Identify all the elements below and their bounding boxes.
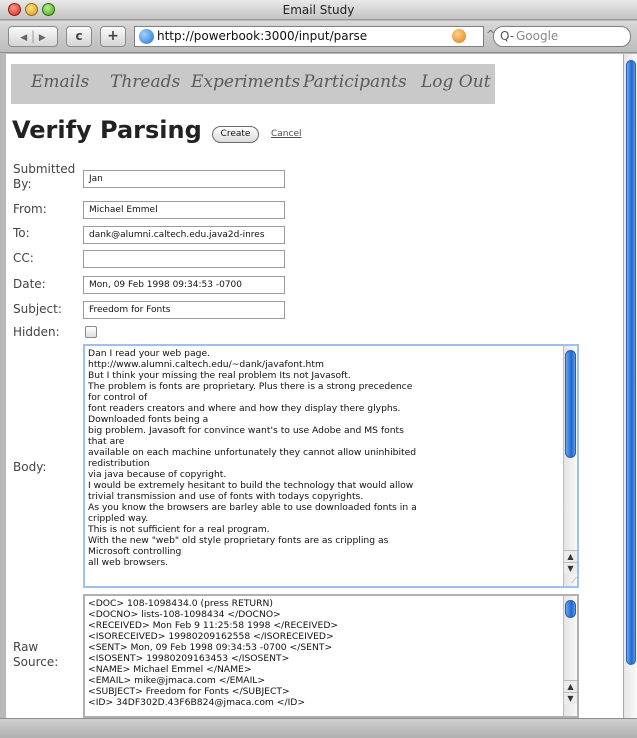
body-line: http://www.alumni.caltech.edu/~dank/java… (88, 359, 324, 370)
raw-source-line: <SUBJECT> Freedom for Fonts </SUBJECT> (88, 686, 290, 697)
body-line: As you know the browsers are barley able… (88, 502, 417, 513)
nav-threads[interactable]: Threads (110, 72, 180, 92)
submitted-by-label: Submitted By: (13, 162, 76, 191)
body-line: I would be extremely hesitant to build t… (88, 480, 414, 491)
subject-label: Subject: (13, 302, 62, 316)
body-scroll-up-icon[interactable]: ▲ (564, 550, 577, 562)
browser-toolbar: ◀ | ▶ c + http://powerbook:3000/input/pa… (0, 21, 637, 53)
body-scrollbar[interactable]: ▲ ▼ (563, 346, 577, 586)
date-field[interactable]: Mon, 09 Feb 1998 09:34:53 -0700 (83, 276, 285, 294)
raw-source-textarea[interactable]: <DOC> 108-1098434.0 (press RETURN) <DOCNO… (83, 594, 579, 718)
body-scroll-down-icon[interactable]: ▼ (564, 562, 577, 574)
window-scroll-thumb[interactable] (626, 60, 636, 665)
page-title: Verify Parsing (12, 116, 202, 144)
body-line: for control of (88, 392, 148, 403)
cc-field[interactable] (83, 250, 285, 268)
raw-source-line: <EMAIL> mike@jmaca.com </EMAIL> (88, 675, 266, 686)
create-button[interactable]: Create (212, 126, 259, 143)
body-line: font readers creators and where and how … (88, 403, 401, 414)
from-value: Michael Emmel (89, 205, 158, 215)
search-icon: Q- (500, 29, 515, 43)
hidden-checkbox[interactable] (85, 326, 97, 338)
body-line: big problem. Javasoft for convince want'… (88, 425, 404, 436)
nav-experiments[interactable]: Experiments (191, 72, 300, 92)
body-line: all web browsers. (88, 557, 169, 568)
address-url: http://powerbook:3000/input/parse (157, 29, 368, 43)
add-bookmark-button[interactable]: + (100, 26, 126, 47)
body-line: trivial transmission and use of fonts wi… (88, 491, 364, 502)
body-line: that are (88, 436, 125, 447)
to-field[interactable]: dank@alumni.caltech.edu.java2d-inres (83, 226, 285, 244)
body-line: Downloaded fonts being a (88, 414, 209, 425)
body-line: crippled way. (88, 513, 149, 524)
cc-label: CC: (13, 251, 34, 265)
cancel-link[interactable]: Cancel (271, 129, 302, 139)
raw-source-line: <DOCNO> lists-108-1098434 </DOCNO> (88, 609, 281, 620)
status-bar (0, 718, 637, 738)
raw-source-line: <NAME> Michael Emmel </NAME> (88, 664, 252, 675)
body-line: Microsoft controlling (88, 546, 182, 557)
to-label: To: (13, 226, 30, 240)
body-scroll-thumb[interactable] (565, 350, 576, 458)
from-label: From: (13, 202, 47, 216)
body-label: Body: (13, 460, 47, 474)
search-input[interactable]: Q- Google (493, 26, 631, 47)
address-bar[interactable]: http://powerbook:3000/input/parse (134, 26, 484, 47)
window-titlebar: Email Study (0, 0, 637, 20)
nav-emails[interactable]: Emails (31, 72, 89, 92)
raw-source-scroll-up-icon[interactable]: ▲ (564, 680, 577, 692)
subject-field[interactable]: Freedom for Fonts (83, 301, 285, 319)
window-title: Email Study (282, 3, 355, 17)
body-line: This is not sufficient for a real progra… (88, 524, 270, 535)
body-line: The problem is fonts are proprietary. Pl… (88, 381, 413, 392)
nav-log-out[interactable]: Log Out (421, 72, 491, 92)
raw-source-line: <ISOSENT> 19980209163453 </ISOSENT> (88, 653, 290, 664)
back-forward-buttons[interactable]: ◀ | ▶ (8, 26, 58, 47)
raw-source-line: <ID> 34DF302D.43F6B824@jmaca.com </ID> (88, 697, 306, 708)
body-line: redistribution (88, 458, 150, 469)
forward-arrow-icon[interactable]: ▶ (39, 33, 46, 43)
raw-source-line: <DOC> 108-1098434.0 (press RETURN) (88, 598, 273, 609)
raw-source-scrollbar[interactable]: ▲ ▼ (563, 596, 577, 716)
body-line: via java because of copyright. (88, 469, 227, 480)
raw-source-scroll-thumb[interactable] (565, 600, 576, 618)
snapback-icon[interactable] (452, 29, 466, 43)
submitted-by-field[interactable]: Jan (83, 170, 285, 188)
back-arrow-icon[interactable]: ◀ (20, 33, 27, 43)
body-text: Dan I read your web page. http://www.alum… (88, 348, 557, 568)
hidden-label: Hidden: (13, 325, 60, 339)
main-nav: Emails Threads Experiments Participants … (11, 64, 495, 104)
search-placeholder: Google (516, 29, 559, 43)
from-field[interactable]: Michael Emmel (83, 201, 285, 219)
nav-participants[interactable]: Participants (303, 72, 407, 92)
raw-source-line: <ISORECEIVED> 19980209162558 </ISORECEIV… (88, 631, 334, 642)
date-label: Date: (13, 277, 46, 291)
globe-icon (139, 29, 154, 44)
raw-source-label: Raw Source: (13, 640, 59, 669)
reload-button[interactable]: c (66, 26, 92, 47)
raw-source-line: <SENT> Mon, 09 Feb 1998 09:34:53 -0700 <… (88, 642, 333, 653)
page-content: Emails Threads Experiments Participants … (6, 54, 623, 718)
body-line: With the new "web" old style proprietary… (88, 535, 389, 546)
body-line: But I think your missing the real proble… (88, 370, 351, 381)
body-line: Dan I read your web page. (88, 348, 211, 359)
window-scrollbar[interactable] (623, 54, 637, 718)
raw-source-text: <DOC> 108-1098434.0 (press RETURN) <DOCNO… (88, 598, 557, 708)
body-resize-grip-icon[interactable]: ⟋ (564, 576, 577, 586)
raw-source-scroll-down-icon[interactable]: ▼ (564, 692, 577, 704)
raw-source-line: <RECEIVED> Mon Feb 9 11:25:58 1998 </REC… (88, 620, 339, 631)
body-line: available on each machine unfortunately … (88, 447, 417, 458)
body-textarea[interactable]: Dan I read your web page. http://www.alum… (83, 344, 579, 588)
